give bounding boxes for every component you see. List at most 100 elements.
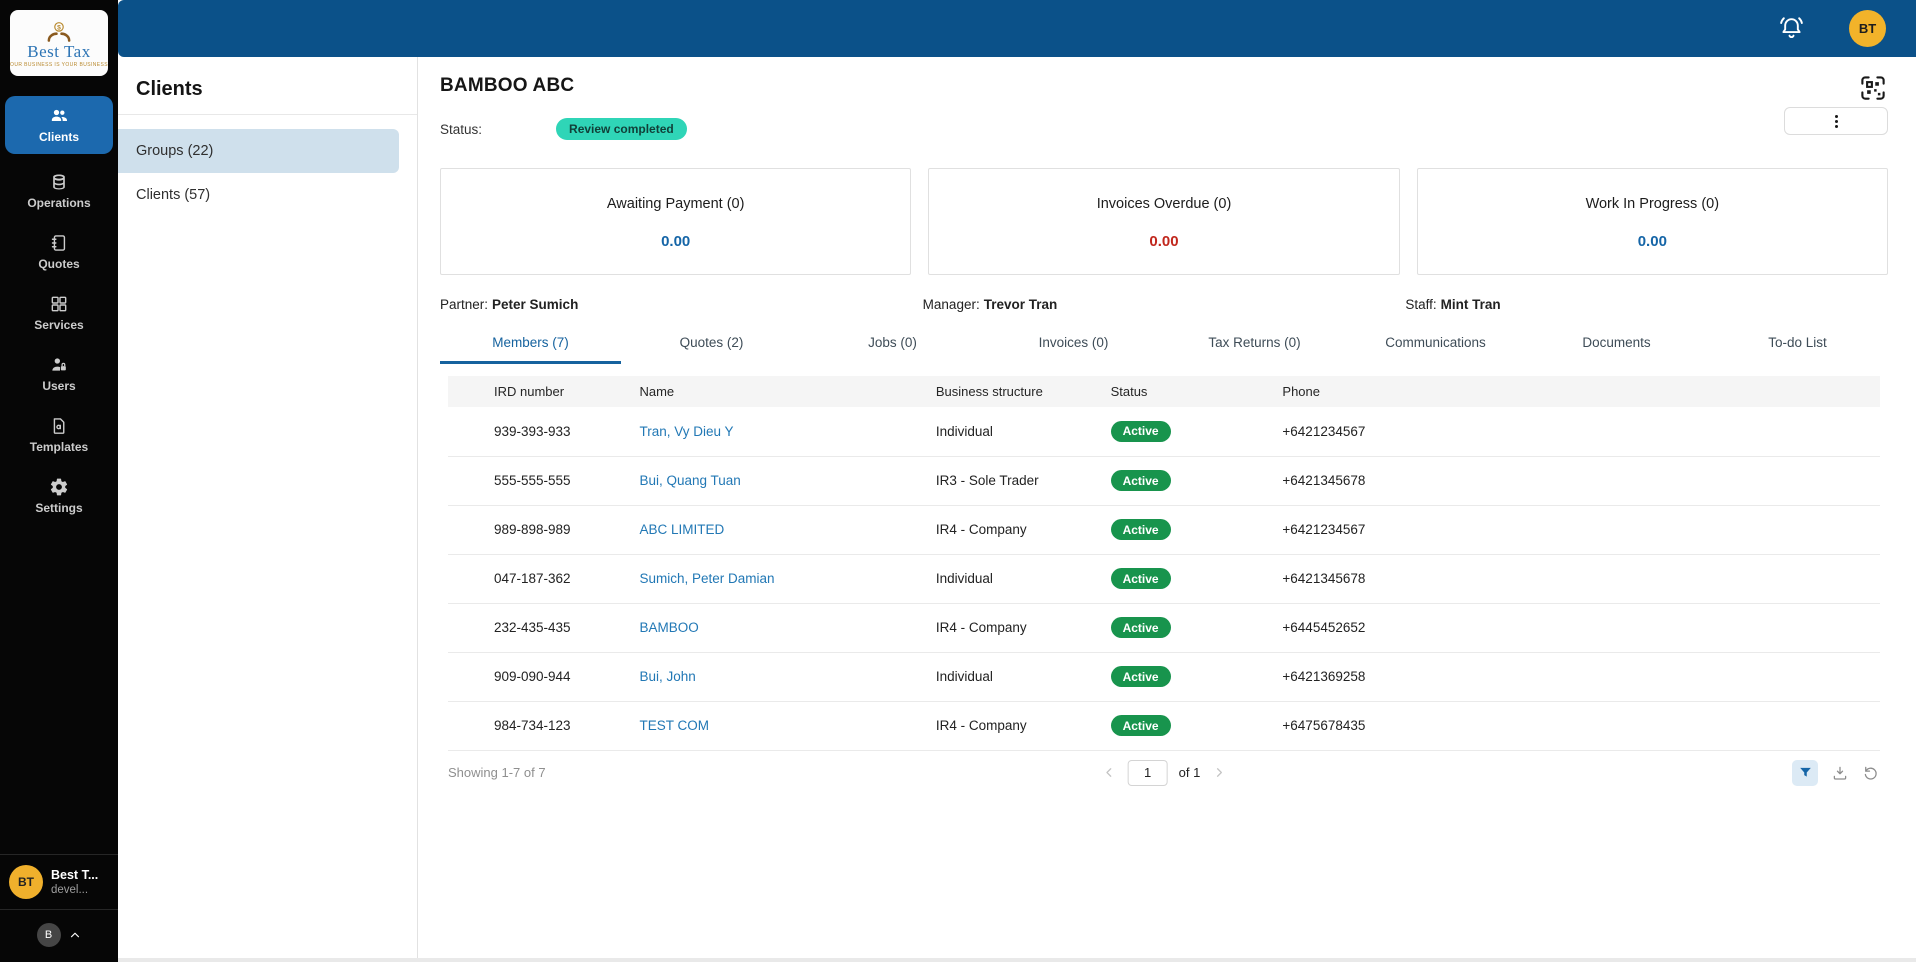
member-name-link[interactable]: Bui, John (639, 669, 695, 684)
refresh-button[interactable] (1862, 764, 1880, 782)
sidebar-item-settings[interactable]: Settings (0, 472, 118, 520)
sidebar-item-operations[interactable]: Operations (0, 167, 118, 215)
partner-name: Peter Sumich (492, 297, 579, 312)
ird-cell: 984-734-123 (494, 718, 571, 733)
member-name-link[interactable]: ABC LIMITED (639, 522, 724, 537)
quotes-icon (51, 235, 66, 251)
phone-cell: +6421369258 (1282, 669, 1366, 684)
chevron-up-icon (70, 932, 79, 938)
bottom-edge (118, 958, 1916, 962)
detail-tabs: Members (7) Quotes (2) Jobs (0) Invoices… (440, 326, 1888, 364)
sidebar-collapse-toggle[interactable]: B (36, 910, 82, 962)
filter-button[interactable] (1792, 759, 1818, 786)
pagination-bar: Showing 1-7 of 7 of 1 (448, 751, 1880, 795)
ird-cell: 939-393-933 (494, 423, 571, 439)
col-ird-number: IRD number (494, 384, 565, 399)
next-page-button[interactable] (1211, 765, 1226, 780)
card-work-in-progress: Work In Progress (0) 0.00 (1416, 168, 1888, 275)
member-name-link[interactable]: Bui, Quang Tuan (639, 473, 740, 488)
sidebar-item-label: Users (42, 379, 76, 393)
sidebar-item-label: Settings (35, 501, 83, 515)
panel-divider (118, 114, 417, 115)
settings-icon (50, 478, 68, 496)
sidebar-item-label: Templates (29, 440, 89, 454)
sidebar-item-label: Services (34, 318, 84, 332)
status-label: Status: (440, 121, 483, 137)
tab-jobs[interactable]: Jobs (0) (802, 326, 983, 364)
staff-name: Mint Tran (1440, 297, 1501, 312)
col-phone: Phone (1282, 384, 1320, 399)
user-name: Best T... (51, 867, 99, 882)
phone-cell: +6421345678 (1282, 571, 1366, 586)
people-row: Partner: Peter Sumich Manager: Trevor Tran… (440, 297, 1888, 312)
col-status: Status (1110, 384, 1148, 399)
tab-documents[interactable]: Documents (1526, 326, 1707, 364)
download-button[interactable] (1831, 764, 1849, 782)
member-name-link[interactable]: Sumich, Peter Damian (639, 571, 774, 586)
status-pill: Active (1110, 519, 1171, 540)
card-title: Awaiting Payment (0) (606, 196, 745, 212)
tab-todo-list[interactable]: To-do List (1707, 326, 1888, 364)
sidebar-user-card[interactable]: BT Best T... devel... (0, 854, 118, 910)
structure-cell: Individual (935, 571, 993, 586)
ird-cell: 232-435-435 (494, 620, 571, 635)
sidebar-item-label: Clients (38, 130, 79, 144)
card-title: Invoices Overdue (0) (1096, 196, 1232, 212)
showing-label: Showing 1-7 of 7 (448, 765, 546, 780)
tab-members[interactable]: Members (7) (440, 326, 621, 364)
sidebar-item-quotes[interactable]: Quotes (0, 228, 118, 276)
main-content: BAMBOO ABC Status: Review completed Awai… (418, 57, 1916, 962)
phone-cell: +6421345678 (1282, 473, 1366, 488)
refresh-icon (1864, 766, 1877, 780)
member-name-link[interactable]: BAMBOO (639, 620, 698, 635)
sidebar-item-users[interactable]: Users (0, 350, 118, 398)
table-row: 984-734-123 TEST COM IR4 - Company Activ… (448, 701, 1880, 750)
account-avatar[interactable]: BT (1849, 10, 1886, 47)
tab-quotes[interactable]: Quotes (2) (621, 326, 802, 364)
card-value: 0.00 (1149, 233, 1179, 250)
tab-communications[interactable]: Communications (1345, 326, 1526, 364)
table-header-row: IRD number Name Business structure Statu… (448, 376, 1880, 407)
phone-cell: +6445452652 (1282, 620, 1366, 635)
card-value: 0.00 (661, 233, 691, 250)
ird-cell: 909-090-944 (494, 669, 571, 684)
member-name-link[interactable]: TEST COM (639, 718, 709, 733)
table-row: 939-393-933 Tran, Vy Dieu Y Individual A… (448, 407, 1880, 456)
qr-scan-icon (1861, 76, 1885, 100)
status-pill: Active (1110, 715, 1171, 736)
partner-field: Partner: Peter Sumich (440, 297, 923, 312)
sidebar-item-templates[interactable]: Templates (0, 411, 118, 459)
manager-field: Manager: Trevor Tran (923, 297, 1406, 312)
tab-tax-returns[interactable]: Tax Returns (0) (1164, 326, 1345, 364)
more-actions-button[interactable] (1784, 107, 1888, 135)
hands-coin-icon: $ (47, 21, 71, 42)
page-title: BAMBOO ABC (440, 75, 575, 96)
page-controls: of 1 (1102, 759, 1227, 786)
structure-cell: IR4 - Company (935, 522, 1027, 537)
chevron-left-icon (1106, 768, 1112, 777)
page-of-label: of 1 (1178, 765, 1201, 780)
prev-page-button[interactable] (1102, 765, 1117, 780)
user-avatar: BT (9, 865, 43, 899)
services-icon (51, 296, 67, 312)
notifications-button[interactable] (1776, 13, 1807, 44)
chevron-right-icon (1216, 768, 1222, 777)
page-number-input[interactable] (1127, 759, 1168, 786)
table-row: 909-090-944 Bui, John Individual Active … (448, 652, 1880, 701)
panel-item-clients[interactable]: Clients (57) (118, 173, 399, 217)
sidebar-item-services[interactable]: Services (0, 289, 118, 337)
ird-cell: 989-898-989 (494, 522, 571, 537)
card-title: Work In Progress (0) (1585, 196, 1720, 212)
panel-item-groups[interactable]: Groups (22) (118, 129, 399, 173)
tab-invoices[interactable]: Invoices (0) (983, 326, 1164, 364)
member-name-link[interactable]: Tran, Vy Dieu Y (639, 424, 733, 439)
qr-scan-button[interactable] (1858, 73, 1888, 103)
partner-label: Partner: (440, 297, 489, 312)
card-awaiting-payment: Awaiting Payment (0) 0.00 (440, 168, 912, 275)
app-logo[interactable]: $ Best Tax OUR BUSINESS IS YOUR BUSINESS (10, 10, 108, 76)
logo-tagline: OUR BUSINESS IS YOUR BUSINESS (10, 61, 108, 68)
more-vertical-icon (1834, 114, 1838, 118)
table-row: 047-187-362 Sumich, Peter Damian Individ… (448, 554, 1880, 603)
users-icon (52, 358, 66, 371)
sidebar-item-clients[interactable]: Clients (5, 96, 113, 154)
